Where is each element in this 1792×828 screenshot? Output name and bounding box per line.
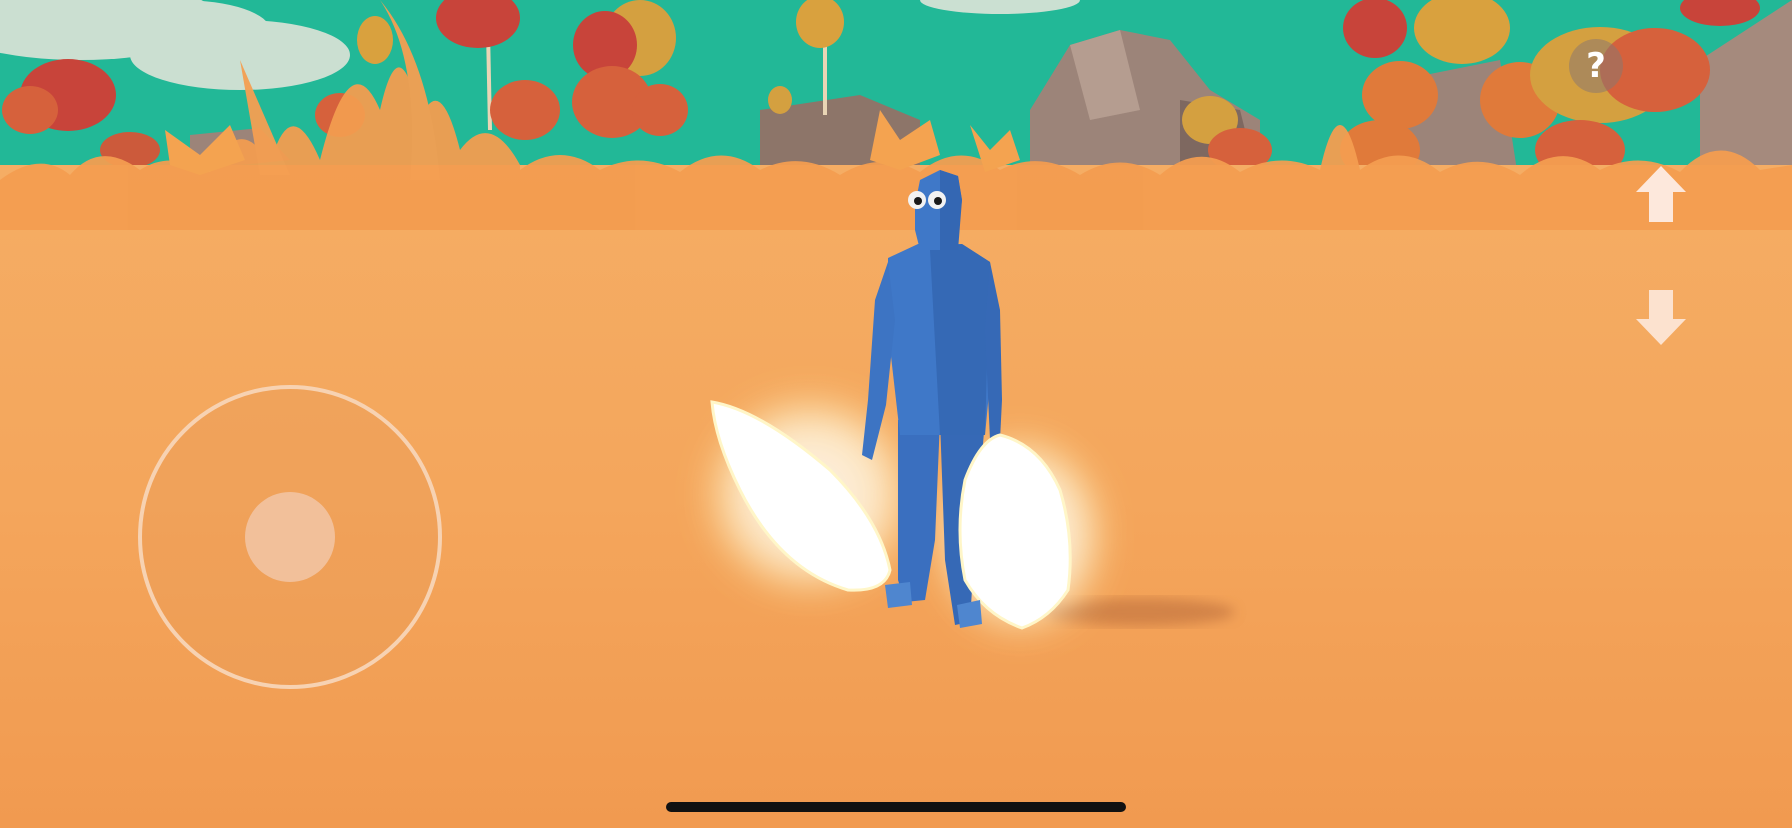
joystick-thumb[interactable] <box>245 492 335 582</box>
home-indicator[interactable] <box>666 802 1126 812</box>
question-mark-icon: ? <box>1586 46 1606 86</box>
game-scene[interactable] <box>0 0 1792 828</box>
movement-joystick[interactable] <box>138 385 442 689</box>
help-button[interactable]: ? <box>1569 39 1623 93</box>
